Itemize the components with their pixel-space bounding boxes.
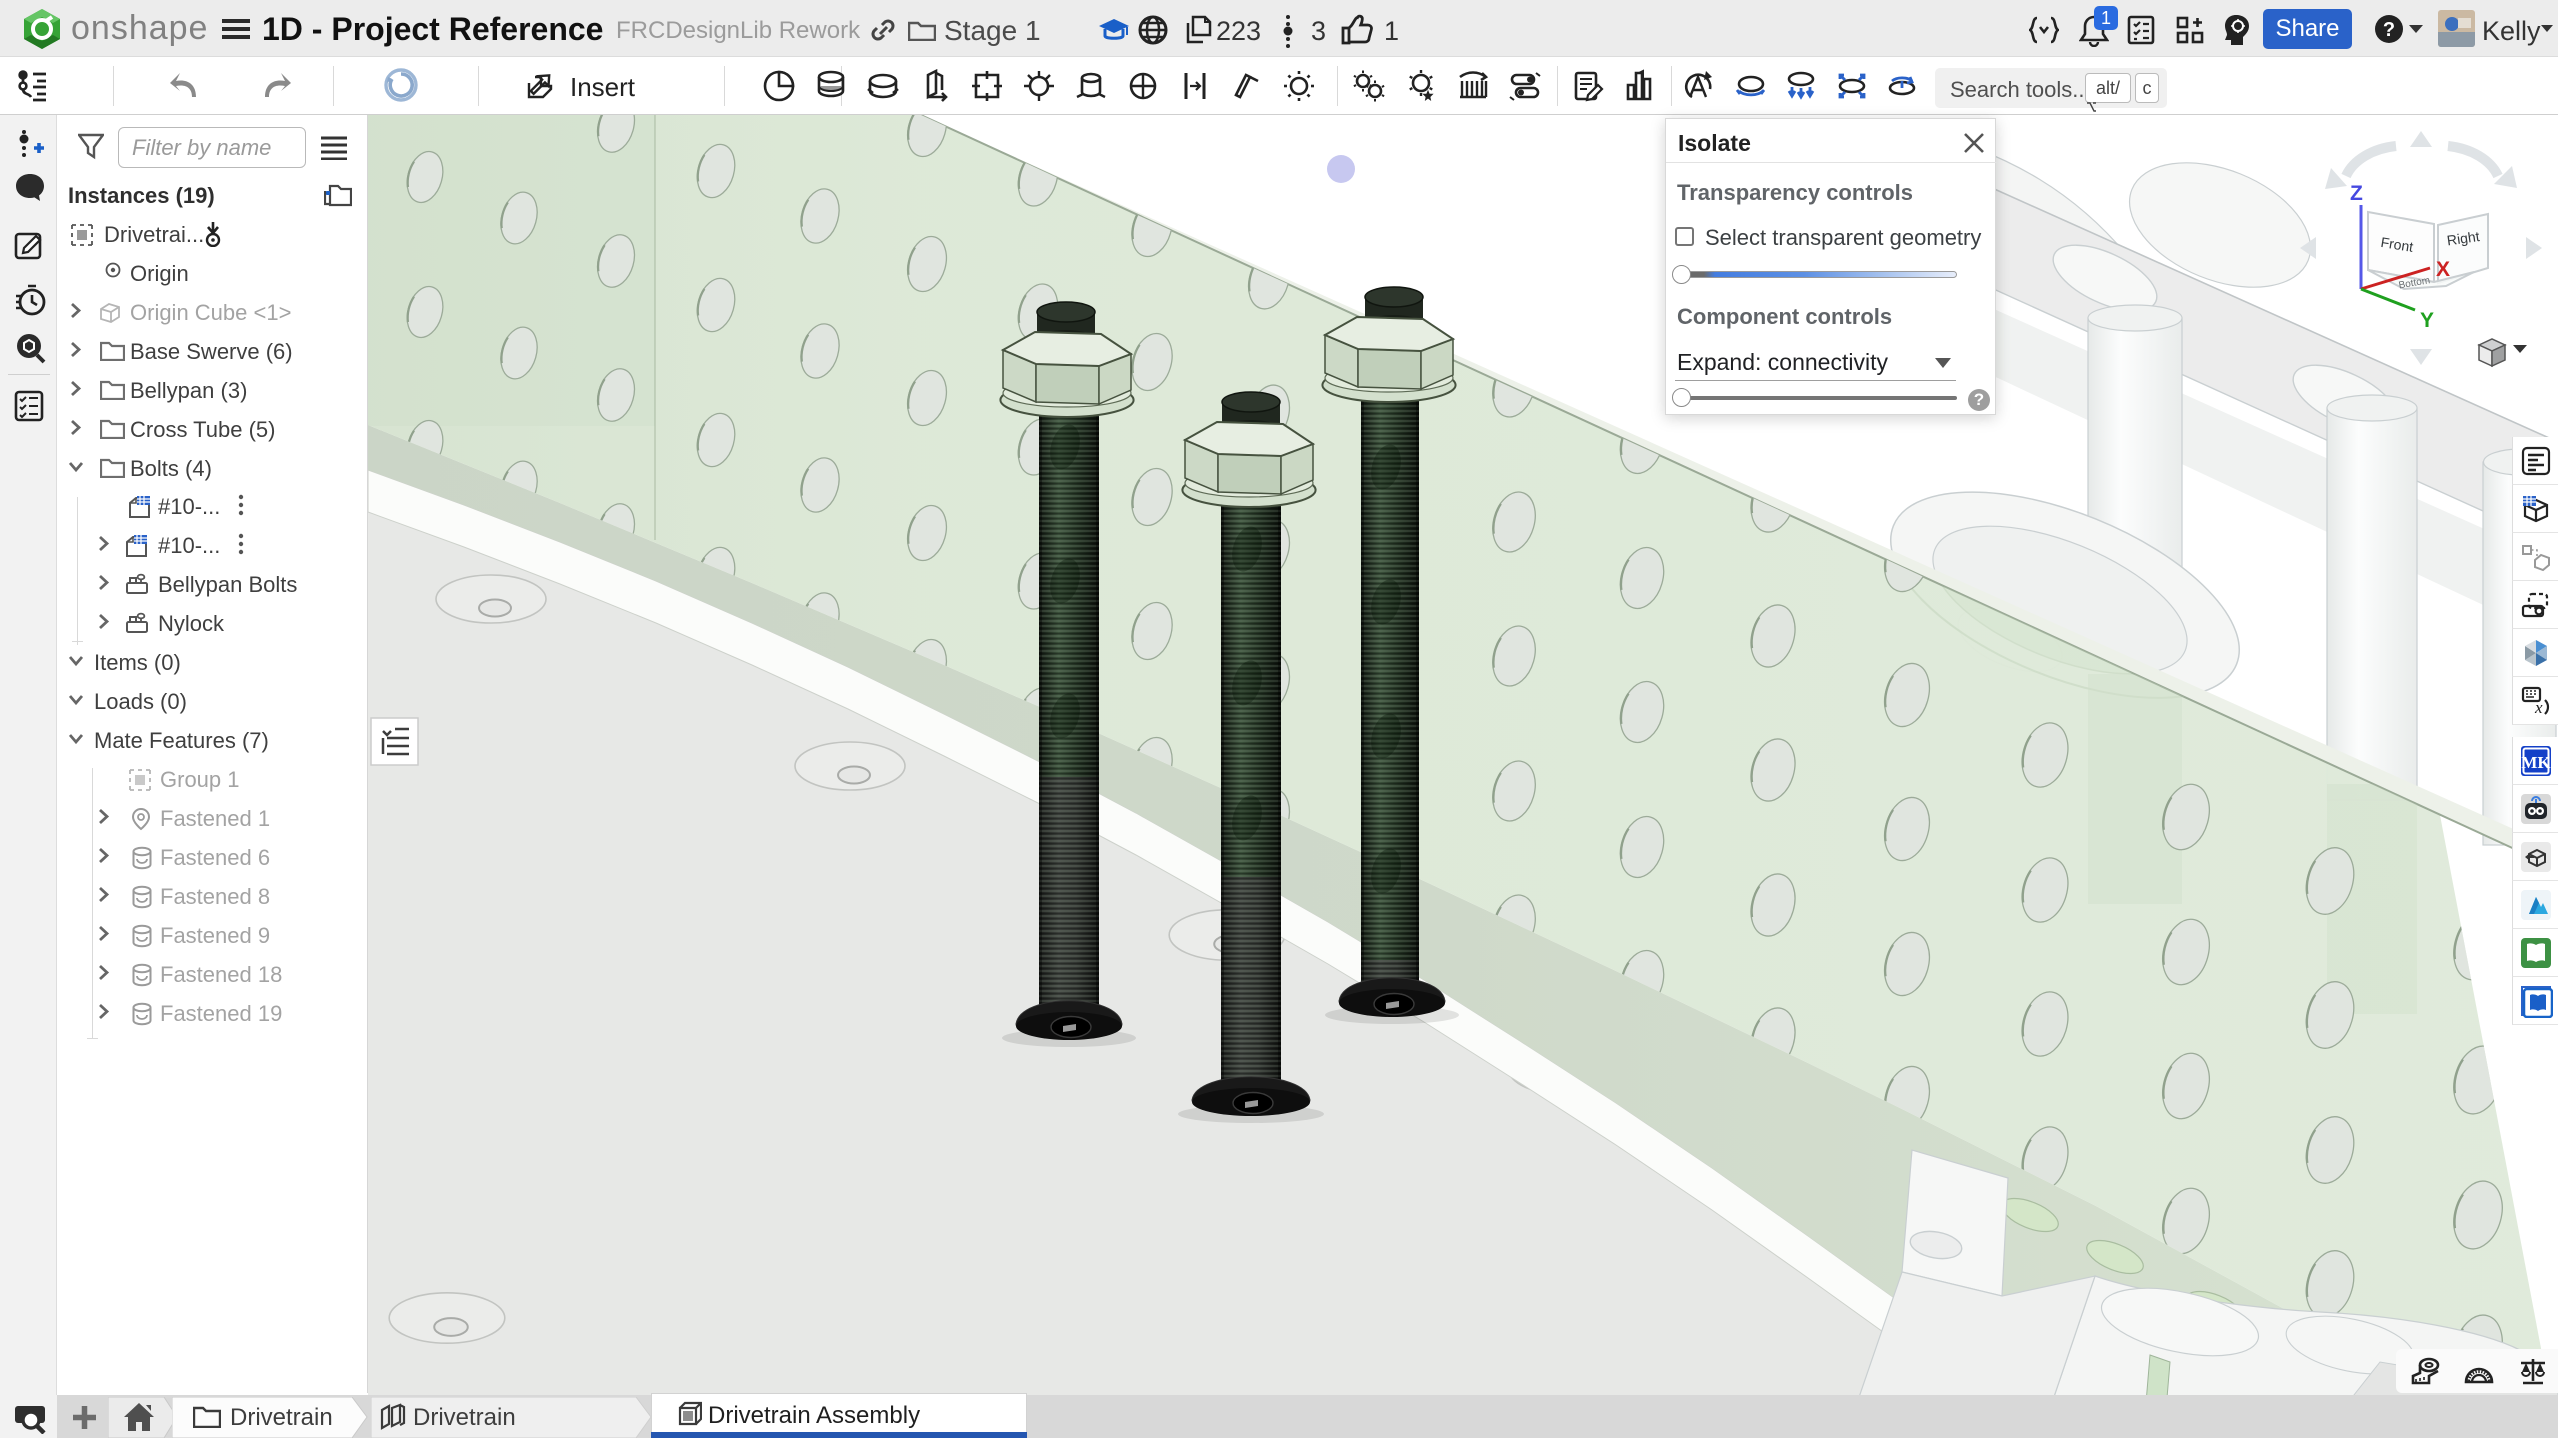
svg-text:MK: MK bbox=[2521, 753, 2551, 772]
svg-text:X: X bbox=[2436, 258, 2450, 281]
svg-text:Y: Y bbox=[2420, 309, 2434, 332]
svg-text:x: x bbox=[2534, 698, 2543, 716]
svg-text:Z: Z bbox=[2350, 182, 2363, 205]
svg-text:?: ? bbox=[2383, 19, 2395, 41]
